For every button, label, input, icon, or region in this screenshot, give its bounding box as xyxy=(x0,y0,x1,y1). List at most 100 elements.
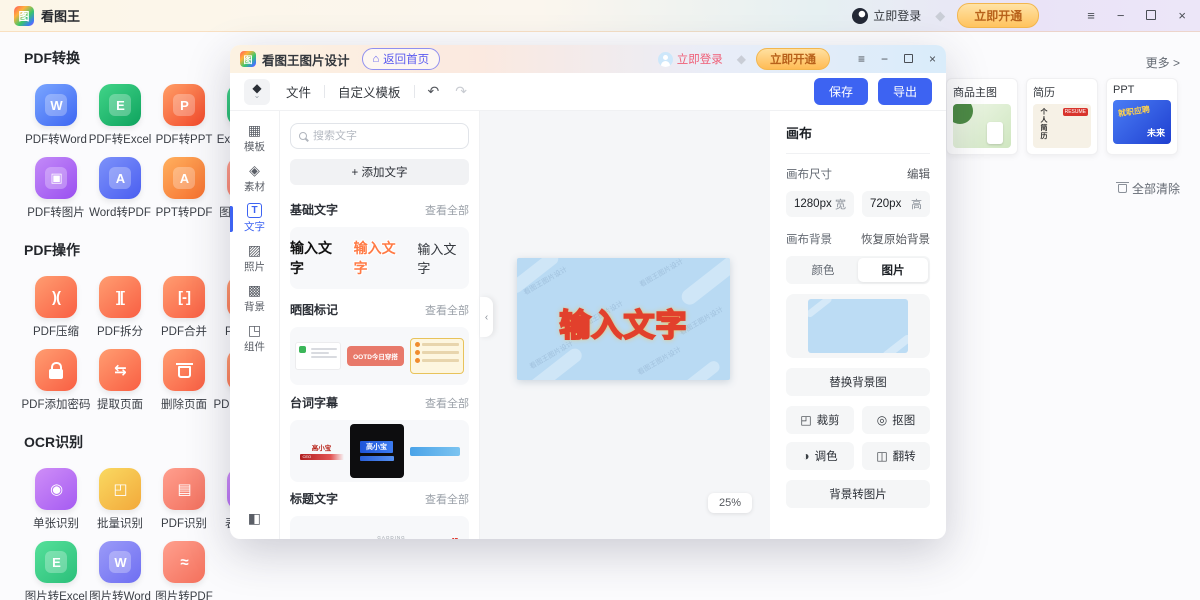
collapse-panel-icon[interactable]: ◧ xyxy=(230,510,279,527)
tool-pdf-unlock[interactable]: () PDF解除密码 xyxy=(216,349,230,412)
designer-menu-icon[interactable]: ≡ xyxy=(858,53,865,65)
menu-file[interactable]: 文件 xyxy=(286,82,311,101)
rail-item-photos[interactable]: ▨ 照片 xyxy=(230,239,279,278)
photo-mark-samples[interactable]: OOTD今日穿搭 xyxy=(290,327,469,385)
view-all-titles[interactable]: 查看全部 xyxy=(425,491,469,507)
height-input[interactable]: 720px 高 xyxy=(862,191,930,217)
template-card-ppt[interactable]: PPT 就职应聘 未来 xyxy=(1106,78,1178,155)
components-icon: ◳ xyxy=(248,323,261,338)
tool-pdf-compress[interactable]: )( PDF压缩 xyxy=(24,276,88,339)
more-link[interactable]: 更多 > xyxy=(1146,54,1180,71)
section-captions: 台词字幕 xyxy=(290,394,338,411)
zoom-level-badge[interactable]: 25% xyxy=(708,493,752,513)
menu-icon[interactable]: ≡ xyxy=(1087,9,1095,22)
template-card-resume[interactable]: 简历 个人简历 RESUME xyxy=(1026,78,1098,155)
rail-item-text[interactable]: T 文字 xyxy=(230,199,279,238)
designer-close-button[interactable]: × xyxy=(929,53,936,65)
rail-item-components[interactable]: ◳ 组件 xyxy=(230,319,279,358)
tool-delete-pages[interactable]: 删除页面 xyxy=(152,349,216,412)
list-card-thumb[interactable] xyxy=(410,338,464,374)
caption-samples[interactable]: 高小宝 CEO 高小宝 xyxy=(290,420,469,482)
search-icon xyxy=(299,132,307,140)
pdf-merge-icon: [-] xyxy=(163,276,205,318)
bg-to-image-button[interactable]: 背景转图片 xyxy=(786,480,930,508)
tab-image[interactable]: 图片 xyxy=(858,258,928,282)
search-box[interactable] xyxy=(290,123,469,149)
tool-ocr-single[interactable]: ◉ 单张识别 xyxy=(24,468,88,531)
tool-pdf-to-ppt[interactable]: P PDF转PPT xyxy=(152,84,216,147)
maximize-button[interactable] xyxy=(1146,9,1156,22)
designer-vip-diamond-icon[interactable]: ◆ xyxy=(737,52,746,66)
rail-item-background[interactable]: ▩ 背景 xyxy=(230,279,279,318)
minimize-button[interactable]: − xyxy=(1117,9,1125,22)
pdf-convert-grid: W PDF转Word E PDF转Excel P PDF转PPT E Excel… xyxy=(24,84,230,230)
template-card-goods[interactable]: 商品主图 xyxy=(946,78,1018,155)
add-text-button[interactable]: + 添加文字 xyxy=(290,159,469,185)
menu-custom-template[interactable]: 自定义模板 xyxy=(338,82,401,101)
upgrade-button[interactable]: 立即开通 xyxy=(957,3,1039,28)
dark-caption-thumb[interactable]: 高小宝 xyxy=(350,424,404,478)
rail-item-templates[interactable]: ▦ 模板 xyxy=(230,119,279,158)
designer-minimize-button[interactable]: − xyxy=(881,53,888,65)
view-all-captions[interactable]: 查看全部 xyxy=(425,395,469,411)
ootd-badge-thumb[interactable]: OOTD今日穿搭 xyxy=(347,346,404,366)
cutout-button[interactable]: ◎ 抠图 xyxy=(862,406,930,434)
tool-image-to-excel[interactable]: E 图片转Excel xyxy=(24,541,88,600)
tool-pdf-to-excel[interactable]: E PDF转Excel xyxy=(88,84,152,147)
tool-ocr-batch[interactable]: ◰ 批量识别 xyxy=(88,468,152,531)
tool-pdf-to-word[interactable]: W PDF转Word xyxy=(24,84,88,147)
tab-color[interactable]: 颜色 xyxy=(788,258,858,282)
tool-pdf-rotate[interactable]: (/) PDF旋转 xyxy=(216,276,230,339)
tool-ocr-pdf[interactable]: ▤ PDF识别 xyxy=(152,468,216,531)
clear-all-button[interactable]: 全部清除 xyxy=(1118,180,1180,197)
close-button[interactable]: × xyxy=(1178,9,1186,22)
adjust-color-button[interactable]: ◑ 调色 xyxy=(786,442,854,470)
red-lowerthird-thumb[interactable]: 高小宝 CEO xyxy=(300,442,344,460)
designer-maximize-button[interactable] xyxy=(904,53,913,65)
login-link[interactable]: 立即登录 xyxy=(873,7,921,24)
tool-image-to-pdf[interactable]: ▣ 图片转PDF xyxy=(216,157,230,220)
export-button[interactable]: 导出 xyxy=(878,78,932,105)
width-input[interactable]: 1280px 宽 xyxy=(786,191,854,217)
tool-ppt-to-pdf[interactable]: A PPT转PDF xyxy=(152,157,216,220)
edit-size-link[interactable]: 编辑 xyxy=(907,166,930,182)
vip-diamond-icon[interactable]: ◆ xyxy=(935,8,945,24)
extract-pages-icon: ⇆ xyxy=(99,349,141,391)
crop-button[interactable]: ◰ 裁剪 xyxy=(786,406,854,434)
tool-pdf-merge[interactable]: [-] PDF合并 xyxy=(152,276,216,339)
tool-extract-pages[interactable]: ⇆ 提取页面 xyxy=(88,349,152,412)
pdf-password-lock-icon xyxy=(35,349,77,391)
canvas-text-element[interactable]: 输入文字 xyxy=(517,300,730,345)
tool-pdf-password[interactable]: PDF添加密码 xyxy=(24,349,88,412)
rail-item-assets[interactable]: ◈ 素材 xyxy=(230,159,279,198)
tool-word-to-pdf[interactable]: A Word转PDF xyxy=(88,157,152,220)
flip-button[interactable]: ◫ 翻转 xyxy=(862,442,930,470)
tool-excel-to-pdf[interactable]: E Excel转PDF xyxy=(216,84,230,147)
panel-collapse-handle[interactable]: ‹ xyxy=(480,297,493,337)
redo-icon[interactable]: ↷ xyxy=(455,83,467,100)
tool-pdf-split[interactable]: ][ PDF拆分 xyxy=(88,276,152,339)
search-input[interactable] xyxy=(313,130,460,142)
replace-bg-button[interactable]: 替换背景图 xyxy=(786,368,930,396)
canvas-workspace[interactable]: 看图王图片设计 看图王图片设计 看图王图片设计 看图王图片设计 看图王图片设计 … xyxy=(480,111,770,539)
back-home-button[interactable]: ⌂ 返回首页 xyxy=(362,48,441,70)
title-text-samples[interactable]: 追日计划 GAODING 稳定集市 今日 ! xyxy=(290,516,469,539)
project-logo-icon[interactable]: ◆ ⌄ xyxy=(244,79,270,105)
artboard[interactable]: 看图王图片设计 看图王图片设计 看图王图片设计 看图王图片设计 看图王图片设计 … xyxy=(517,258,730,380)
chat-card-thumb[interactable] xyxy=(295,342,341,370)
designer-upgrade-button[interactable]: 立即开通 xyxy=(756,48,830,70)
designer-login-link[interactable]: 立即登录 xyxy=(677,51,723,67)
view-all-marks[interactable]: 查看全部 xyxy=(425,302,469,318)
tool-image-to-pdf-ocr[interactable]: ≈ 图片转PDF xyxy=(152,541,216,600)
save-button[interactable]: 保存 xyxy=(814,78,868,105)
blue-subtitle-thumb[interactable] xyxy=(410,447,460,456)
tool-ocr-table[interactable]: ▦ 表格识别 xyxy=(216,468,230,531)
bg-preview-box[interactable] xyxy=(786,294,930,358)
basic-text-samples[interactable]: 输入文字 输入文字 输入文字 xyxy=(290,227,469,289)
tool-pdf-to-image[interactable]: ▣ PDF转图片 xyxy=(24,157,88,220)
tool-image-to-word[interactable]: W 图片转Word xyxy=(88,541,152,600)
restore-bg-link[interactable]: 恢复原始背景 xyxy=(861,231,930,247)
undo-icon[interactable]: ↶ xyxy=(428,83,440,100)
bg-image-thumbnail[interactable] xyxy=(808,299,908,353)
view-all-basic[interactable]: 查看全部 xyxy=(425,202,469,218)
